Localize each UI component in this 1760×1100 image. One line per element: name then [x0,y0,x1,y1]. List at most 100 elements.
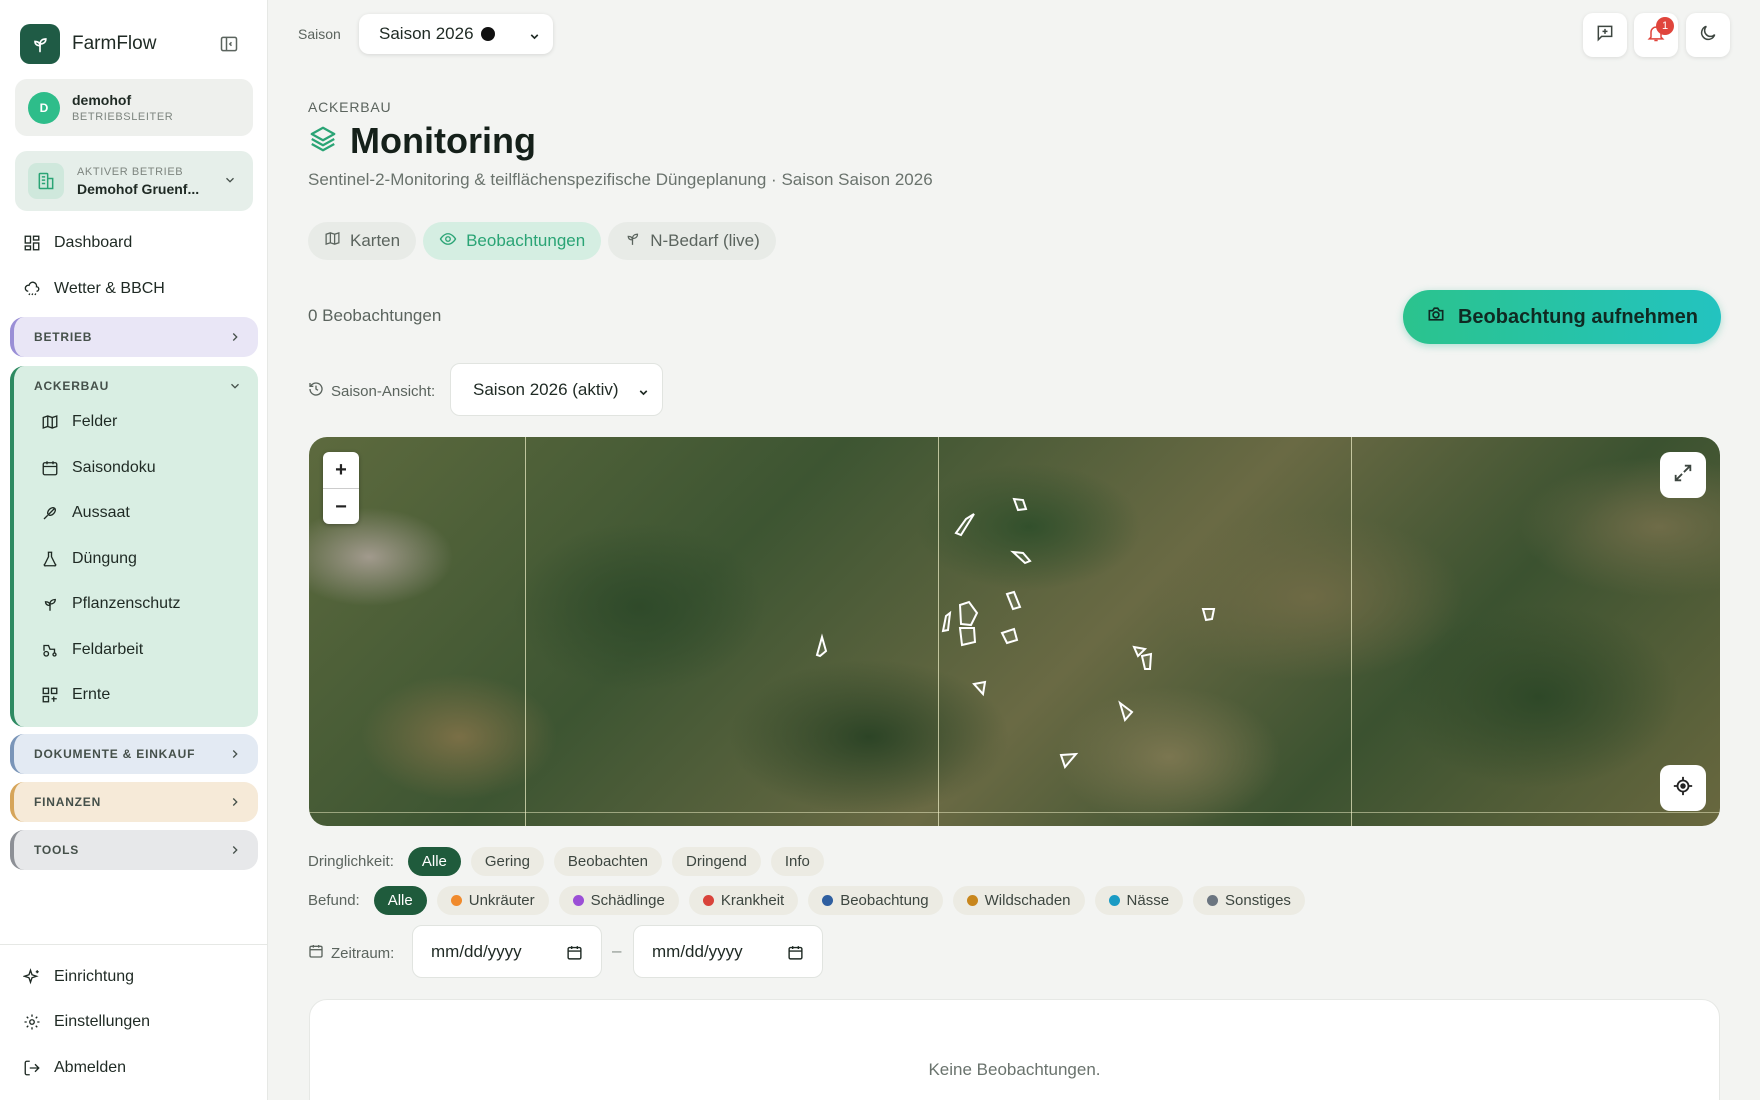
group-dokumente[interactable]: DOKUMENTE & EINKAUF [10,734,258,774]
field-polygon [1140,652,1153,670]
layers-icon [308,124,338,159]
brand[interactable]: FarmFlow [20,24,156,64]
calendar-picker-icon[interactable] [787,944,804,966]
sidebar-item-label: Ernte [72,686,111,703]
moon-icon [1698,23,1718,48]
observations-list: Keine Beobachtungen. [309,999,1720,1100]
feedback-button[interactable] [1583,13,1627,57]
urgency-chip-info[interactable]: Info [770,847,824,876]
page-subtitle: Sentinel-2-Monitoring & teilflächenspezi… [308,170,933,189]
gear-icon [22,1012,42,1032]
tab-beobachtungen[interactable]: Beobachtungen [423,222,602,260]
tab-n-bedarf[interactable]: N-Bedarf (live) [608,222,776,260]
nav-logout[interactable]: Abmelden [22,1053,126,1083]
fullscreen-button[interactable] [1660,452,1706,498]
calendar-picker-icon[interactable] [566,944,583,966]
sidebar-item-pflanzenschutz[interactable]: Pflanzenschutz [40,589,181,619]
season-view-value: Saison 2026 (aktiv) [473,379,619,399]
season-select-value: Saison 2026 [379,24,474,43]
finding-chip-schaedlinge[interactable]: Schädlinge [558,886,679,915]
tractor-icon [40,640,60,660]
urgency-chip-alle[interactable]: Alle [407,847,461,876]
notifications-button[interactable]: 1 [1634,13,1678,57]
sidebar-collapse-icon[interactable] [216,32,242,56]
page-title-row: Monitoring [308,120,536,162]
dashboard-icon [22,233,42,253]
field-polygon [1000,627,1019,645]
chevron-right-icon [228,843,242,860]
nav-setup[interactable]: Einrichtung [22,962,134,992]
calendar-icon [308,943,324,963]
group-finanzen[interactable]: FINANZEN [10,782,258,822]
chip-label: Nässe [1126,892,1170,909]
finding-chip-krankheit[interactable]: Krankheit [688,886,799,915]
finding-label: Befund: [308,892,360,909]
nav-weather-label: Wetter & BBCH [54,280,165,297]
date-from-input[interactable]: mm/dd/yyyy [412,925,602,978]
cloud-rain-icon [22,279,42,299]
user-card[interactable]: D demohof BETRIEBSLEITER [15,79,253,136]
field-polygon [1132,645,1148,658]
finding-chip-unkraeuter[interactable]: Unkräuter [436,886,549,915]
sidebar-item-feldarbeit[interactable]: Feldarbeit [40,635,143,665]
field-polygon [1118,700,1134,723]
seed-icon [40,503,60,523]
app-name: FarmFlow [72,33,157,54]
finding-filter: Befund: Alle Unkräuter Schädlinge Krankh… [308,886,1305,915]
sidebar-item-aussaat[interactable]: Aussaat [40,498,130,528]
season-label: Saison [298,26,341,42]
active-farm-selector[interactable]: AKTIVER BETRIEB Demohof Gruenf... [15,151,253,211]
chevron-down-icon [528,28,541,48]
harvest-icon [40,685,60,705]
group-betrieb[interactable]: BETRIEB [10,317,258,357]
tab-karten[interactable]: Karten [308,222,417,260]
finding-chip-beobachtung[interactable]: Beobachtung [808,886,943,915]
observation-count: 0 Beobachtungen [308,306,442,325]
nav-settings-label: Einstellungen [54,1013,151,1030]
zoom-in-button[interactable]: + [323,452,359,488]
satellite-map[interactable]: + − [309,437,1720,826]
sidebar-item-saisondoku[interactable]: Saisondoku [40,453,156,483]
urgency-chip-gering[interactable]: Gering [470,847,544,876]
sidebar-divider [0,944,268,945]
tab-label: Karten [350,231,401,250]
urgency-label: Dringlichkeit: [308,853,394,870]
avatar: D [28,91,60,124]
farm-label: AKTIVER BETRIEB [77,165,184,178]
sidebar-item-ernte[interactable]: Ernte [40,680,110,710]
empty-state-text: Keine Beobachtungen. [928,1060,1101,1079]
sidebar-item-duengung[interactable]: Düngung [40,544,137,574]
finding-chip-alle[interactable]: Alle [373,886,427,915]
chip-label: Unkräuter [468,892,535,909]
finding-chip-wildschaden[interactable]: Wildschaden [952,886,1085,915]
zoom-out-button[interactable]: − [323,489,359,525]
theme-toggle-button[interactable] [1686,13,1730,57]
urgency-chip-beobachten[interactable]: Beobachten [553,847,662,876]
season-select[interactable]: Saison 2026 [359,14,553,54]
chevron-right-icon [228,330,242,347]
user-role: BETRIEBSLEITER [72,111,174,123]
field-polygon [941,610,952,633]
group-betrieb-label: BETRIEB [34,330,93,344]
season-view-select[interactable]: Saison 2026 (aktiv) [450,363,663,416]
category-dot [1207,895,1219,906]
add-observation-button[interactable]: Beobachtung aufnehmen [1403,290,1721,344]
group-tools[interactable]: TOOLS [10,830,258,870]
finding-chip-sonstiges[interactable]: Sonstiges [1193,886,1305,915]
nav-weather[interactable]: Wetter & BBCH [22,274,165,304]
finding-chip-naesse[interactable]: Nässe [1094,886,1184,915]
crosshair-icon [1672,775,1694,802]
group-ackerbau-header[interactable]: ACKERBAU [14,366,258,406]
chip-label: Alle [387,892,413,909]
locate-button[interactable] [1660,765,1706,811]
map-icon [324,230,341,252]
chip-label: Krankheit [720,892,785,909]
sidebar-item-felder[interactable]: Felder [40,407,117,437]
map-icon [40,412,60,432]
urgency-chip-dringend[interactable]: Dringend [672,847,761,876]
nav-settings[interactable]: Einstellungen [22,1007,150,1037]
sidebar-item-label: Saisondoku [72,459,156,476]
date-to-input[interactable]: mm/dd/yyyy [633,925,823,978]
sidebar-item-label: Felder [72,413,118,430]
nav-dashboard[interactable]: Dashboard [22,228,132,258]
